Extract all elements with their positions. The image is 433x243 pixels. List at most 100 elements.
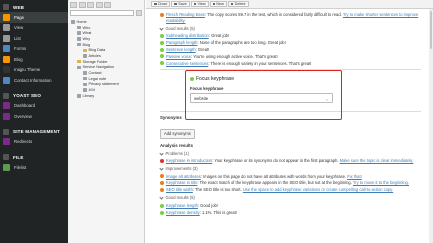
- scrollbar-thumb[interactable]: [429, 11, 433, 49]
- page-icon: [77, 31, 81, 35]
- close-button[interactable]: Close: [151, 1, 171, 7]
- focus-keyphrase-title: Focus keyphrase: [190, 76, 421, 82]
- result-tail-link[interactable]: Use the space to add keyphrase variation…: [243, 187, 393, 192]
- result-item: Passive voice: You're using enough activ…: [160, 54, 421, 60]
- module-item-label: Contact Information: [14, 77, 52, 83]
- module-item-blog[interactable]: Blog: [0, 54, 68, 65]
- view-button[interactable]: View: [190, 1, 209, 7]
- flesch-link[interactable]: Flesch Reading Ease: [166, 12, 205, 17]
- result-link[interactable]: Keyphrase density: [166, 210, 200, 215]
- tree-search-input[interactable]: [70, 10, 134, 16]
- module-item-redirects[interactable]: Redirects: [0, 137, 68, 148]
- status-red-icon: [160, 158, 164, 163]
- result-link[interactable]: Keyphrase in title: [166, 180, 197, 185]
- analysis-good-header[interactable]: Good results (5): [159, 195, 421, 200]
- delete-icon: [230, 2, 234, 6]
- tree-rows: Home Who What Why Blog Blog Data Articles Stora…: [68, 19, 144, 99]
- module-icon: [3, 45, 10, 53]
- clear-icon[interactable]: ×: [326, 97, 328, 102]
- result-link[interactable]: Consecutive sentences: [166, 61, 208, 66]
- module-section-header: YOAST SEO: [0, 91, 68, 101]
- synonyms-title: Synonyms: [160, 114, 182, 120]
- focus-keyphrase-input[interactable]: website ×: [190, 93, 333, 104]
- result-tail-link[interactable]: Make sure the topic is clear immediately…: [340, 158, 414, 163]
- focus-keyphrase-value: website: [194, 95, 209, 101]
- module-item-view[interactable]: View: [0, 23, 68, 34]
- result-tail-link[interactable]: Try to move it to the beginning.: [353, 180, 409, 185]
- page-icon: [83, 82, 87, 87]
- result-text: : Great job!: [208, 33, 230, 38]
- refresh-icon[interactable]: [87, 1, 94, 8]
- scrollbar[interactable]: [429, 9, 433, 243]
- improvements-header[interactable]: Improvements (3): [159, 166, 421, 171]
- tree-item-label: Blog: [82, 42, 91, 47]
- add-synonyms-button[interactable]: Add synonyms: [160, 128, 195, 139]
- result-text: : The SEO title is too short.: [192, 187, 243, 193]
- result-link[interactable]: Subheading distribution: [166, 33, 209, 38]
- result-link[interactable]: Keyphrase in introduction: [166, 158, 212, 163]
- module-section-header: WEB: [0, 2, 68, 12]
- result-link[interactable]: SEO title width: [166, 187, 193, 192]
- page-icon: [77, 25, 81, 30]
- result-link[interactable]: Sentence length: [166, 47, 196, 52]
- module-item-dashboard[interactable]: Dashboard: [0, 101, 68, 112]
- page-icon: [77, 42, 81, 47]
- close-icon: [154, 2, 157, 6]
- module-item-list[interactable]: List: [0, 33, 68, 44]
- module-item-inajpu-theme[interactable]: Inajpu Theme: [0, 65, 68, 76]
- result-link[interactable]: Image alt attributes: [166, 174, 201, 179]
- new-page-icon[interactable]: [70, 1, 77, 8]
- status-green-icon: [190, 76, 194, 81]
- tree-search-toggle-icon[interactable]: [136, 10, 142, 16]
- result-link[interactable]: Keyphrase length: [166, 203, 198, 208]
- chevron-down-icon: [159, 25, 164, 31]
- collapse-icon[interactable]: [95, 1, 103, 8]
- result-tail-link[interactable]: Fix that!: [347, 174, 362, 179]
- page-icon: [83, 71, 87, 75]
- result-text: : Good job!: [197, 202, 218, 208]
- new-icon: [212, 2, 216, 6]
- result-item: Keyphrase in introduction: Your keyphras…: [160, 158, 421, 164]
- problems-header[interactable]: Problems (1): [159, 151, 421, 156]
- module-icon: [3, 102, 10, 110]
- result-link[interactable]: Passive voice: [166, 54, 191, 59]
- chevron-down-icon: [159, 195, 164, 200]
- module-item-overview[interactable]: Overview: [0, 111, 68, 122]
- module-item-filelist[interactable]: Filelist: [0, 162, 68, 173]
- status-green-icon: [160, 40, 164, 45]
- module-item-page[interactable]: Page: [0, 12, 68, 23]
- tree-item-label: Storage Folder: [82, 59, 108, 64]
- result-text: : Great!: [195, 46, 210, 52]
- focus-keyphrase-section: Focus keyphrase Focus keyphrase website …: [160, 69, 421, 120]
- result-link[interactable]: Paragraph length: [166, 40, 197, 45]
- readability-good-header[interactable]: Good results (5): [159, 25, 421, 31]
- delete-button[interactable]: Delete: [227, 1, 249, 7]
- new-button[interactable]: New: [209, 1, 227, 7]
- tree-item-label: What: [82, 31, 92, 36]
- module-icon: [3, 163, 10, 171]
- save-button[interactable]: Save: [171, 1, 190, 7]
- status-orange-icon: [160, 174, 164, 179]
- main-panel: Close Save View New Delete Flesch Reading Ea…: [146, 0, 433, 243]
- seo-content: Flesch Reading Ease: The copy scores 59.…: [146, 9, 433, 215]
- menu-icon[interactable]: [104, 1, 111, 8]
- result-text: : There is enough variety in your senten…: [208, 60, 312, 66]
- good-results-label: Good results (5): [165, 25, 195, 31]
- result-text: : Your keyphrase or its synonyms do not …: [212, 158, 340, 164]
- filter-icon[interactable]: [78, 1, 86, 8]
- module-section-header: SITE MANAGEMENT: [0, 127, 68, 137]
- divider: [160, 111, 421, 112]
- module-item-label: Inajpu Theme: [14, 67, 41, 73]
- tree-item[interactable]: Library: [68, 93, 144, 99]
- result-text: : Images on this page do not have alt at…: [200, 173, 348, 179]
- module-item-contact-information[interactable]: Contact Information: [0, 75, 68, 86]
- doc-header-toolbar: Close Save View New Delete: [146, 0, 433, 9]
- tree-item-label: Who: [82, 25, 91, 30]
- module-icon: [3, 55, 10, 63]
- module-item-forms[interactable]: Forms: [0, 44, 68, 55]
- module-item-label: List: [14, 35, 21, 41]
- module-item-label: View: [14, 25, 24, 31]
- chevron-down-icon: [159, 166, 164, 171]
- section-icon: [3, 92, 9, 99]
- status-green-icon: [160, 210, 164, 215]
